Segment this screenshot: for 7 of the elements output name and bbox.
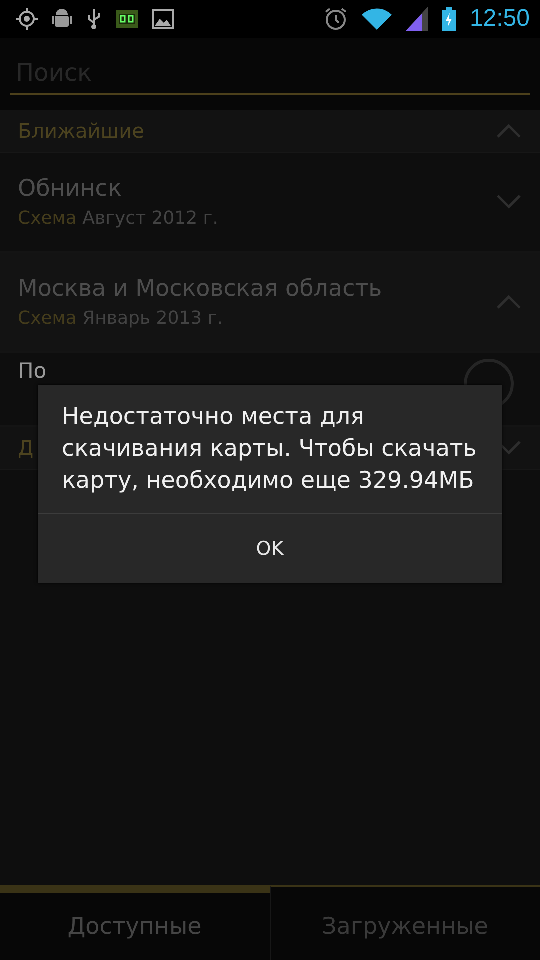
region-name: Москва и Московская область (18, 276, 382, 302)
dialog-message: Недостаточно места для скачивания карты. Чтобы скачать карту, необходимо еще 329.94МБ (61, 403, 478, 496)
clock-time: 12:50 (470, 5, 530, 33)
map-name: По (18, 359, 47, 383)
section-title: Д (18, 436, 34, 460)
section-title: Ближайшие (18, 119, 144, 143)
region-name: Обнинск (18, 176, 123, 202)
